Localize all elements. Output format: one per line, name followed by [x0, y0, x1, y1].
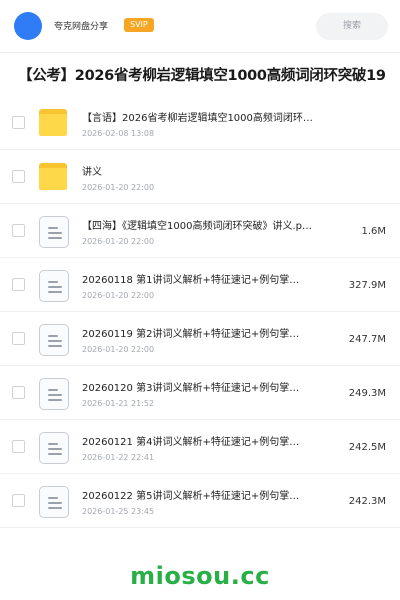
- document-icon: [39, 378, 69, 410]
- file-date: 2026-01-21 21:52: [82, 399, 155, 408]
- file-row[interactable]: 20260121 第4讲词义解析+特征速记+例句掌… 2026-01-22 22:…: [0, 420, 400, 474]
- file-row[interactable]: 20260122 第5讲词义解析+特征速记+例句掌… 2026-01-25 23:…: [0, 474, 400, 528]
- file-name[interactable]: 20260121 第4讲词义解析+特征速记+例句掌…: [82, 433, 342, 448]
- file-checkbox[interactable]: [12, 386, 25, 399]
- file-name[interactable]: 讲义: [82, 163, 342, 178]
- file-checkbox[interactable]: [12, 332, 25, 345]
- file-list: 【言语】2026省考柳岩逻辑填空1000高频词闭环… 2026-02-08 13:…: [0, 96, 400, 528]
- file-row[interactable]: 【四海】《逻辑填空1000高频词闭环突破》讲义.p… 2026-01-20 22:…: [0, 204, 400, 258]
- document-icon: [39, 324, 69, 356]
- file-date: 2026-01-20 22:00: [82, 237, 155, 246]
- search-input[interactable]: 搜索: [316, 13, 388, 40]
- file-date: 2026-02-08 13:08: [82, 129, 155, 138]
- file-checkbox[interactable]: [12, 494, 25, 507]
- document-icon: [39, 270, 69, 302]
- folder-icon: [39, 162, 69, 192]
- file-date: 2026-01-20 22:00: [82, 291, 155, 300]
- file-date: 2026-01-20 22:00: [82, 345, 155, 354]
- file-checkbox[interactable]: [12, 224, 25, 237]
- file-row[interactable]: 【言语】2026省考柳岩逻辑填空1000高频词闭环… 2026-02-08 13:…: [0, 96, 400, 150]
- file-size: 249.3M: [348, 388, 386, 399]
- file-date: 2026-01-20 22:00: [82, 183, 155, 192]
- share-title: 【公考】2026省考柳岩逻辑填空1000高频词闭环突破19: [18, 68, 386, 84]
- file-size: 242.3M: [348, 496, 386, 507]
- file-name[interactable]: 20260119 第2讲词义解析+特征速记+例句掌…: [82, 325, 342, 340]
- file-date: 2026-01-22 22:41: [82, 453, 155, 462]
- header-divider: [0, 52, 400, 53]
- file-name[interactable]: 20260120 第3讲词义解析+特征速记+例句掌…: [82, 379, 342, 394]
- file-name[interactable]: 20260122 第5讲词义解析+特征速记+例句掌…: [82, 487, 342, 502]
- file-size: 242.5M: [348, 442, 386, 453]
- file-row[interactable]: 20260118 第1讲词义解析+特征速记+例句掌… 2026-01-20 22:…: [0, 258, 400, 312]
- file-size: 247.7M: [348, 334, 386, 345]
- document-icon: [39, 486, 69, 518]
- file-checkbox[interactable]: [12, 116, 25, 129]
- watermark-text: miosou.cc: [130, 562, 270, 590]
- file-size: 327.9M: [348, 280, 386, 291]
- folder-icon: [39, 108, 69, 138]
- file-name[interactable]: 20260118 第1讲词义解析+特征速记+例句掌…: [82, 271, 342, 286]
- file-checkbox[interactable]: [12, 170, 25, 183]
- document-icon: [39, 432, 69, 464]
- file-size: 1.6M: [361, 226, 386, 237]
- svip-badge: SVIP: [124, 18, 154, 32]
- file-row[interactable]: 讲义 2026-01-20 22:00: [0, 150, 400, 204]
- avatar[interactable]: [14, 12, 42, 40]
- file-name[interactable]: 【四海】《逻辑填空1000高频词闭环突破》讲义.p…: [82, 217, 342, 232]
- file-row[interactable]: 20260120 第3讲词义解析+特征速记+例句掌… 2026-01-21 21:…: [0, 366, 400, 420]
- share-header: 夸克网盘分享 SVIP 搜索: [0, 0, 400, 52]
- file-date: 2026-01-25 23:45: [82, 507, 155, 516]
- share-source-name: 夸克网盘分享: [54, 22, 109, 32]
- file-checkbox[interactable]: [12, 440, 25, 453]
- file-name[interactable]: 【言语】2026省考柳岩逻辑填空1000高频词闭环…: [82, 109, 342, 124]
- document-icon: [39, 216, 69, 248]
- file-checkbox[interactable]: [12, 278, 25, 291]
- file-row[interactable]: 20260119 第2讲词义解析+特征速记+例句掌… 2026-01-20 22:…: [0, 312, 400, 366]
